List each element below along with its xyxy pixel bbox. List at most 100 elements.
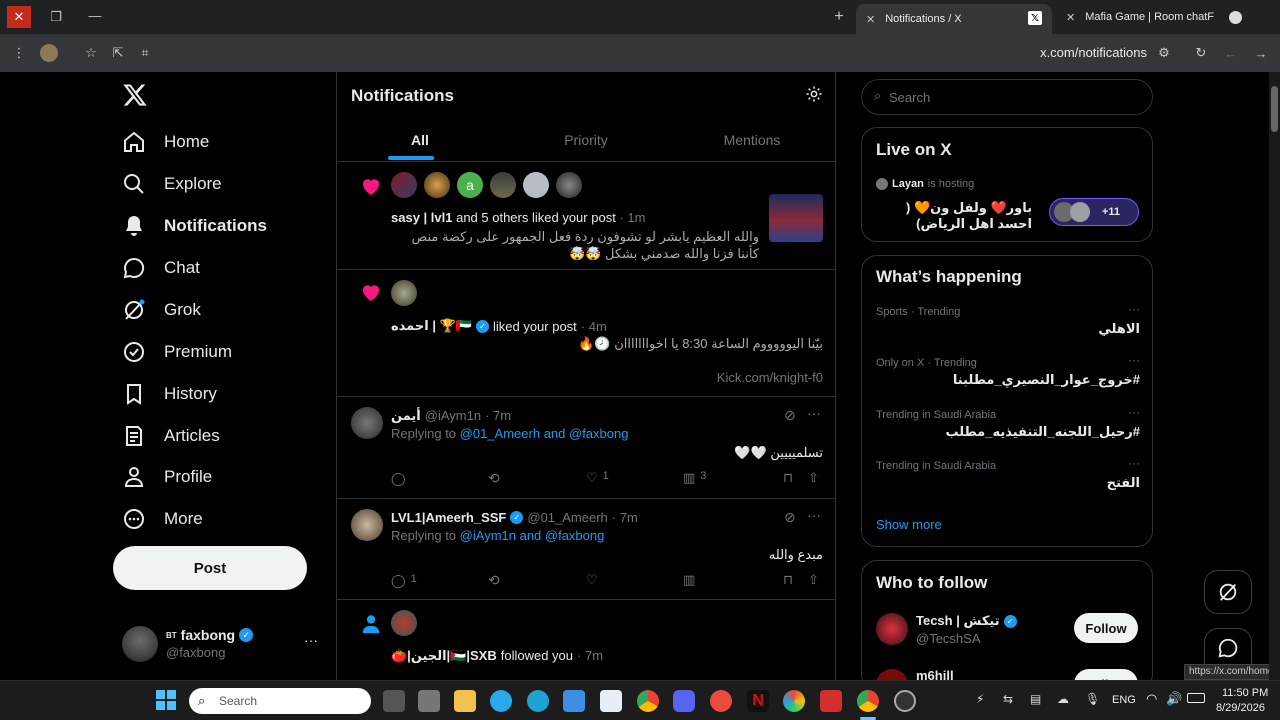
nav-notifications[interactable]: Notifications [122, 206, 267, 246]
avatar[interactable] [391, 610, 417, 636]
avatar[interactable] [490, 172, 516, 198]
bar-chart-icon[interactable]: ▥ [683, 572, 695, 588]
menu-kebab-icon[interactable]: ⋮ [8, 42, 30, 64]
language-indicator[interactable]: ENG [1112, 694, 1136, 706]
nav-history[interactable]: History [122, 374, 217, 414]
account-more-icon[interactable]: ··· [304, 632, 318, 648]
new-tab-icon[interactable]: + [828, 6, 850, 28]
listeners-pill[interactable]: +11 [1049, 198, 1139, 226]
notification-like[interactable]: احمده | 🏆🇦🇪 ✓ liked your post · 4m بيّنا… [337, 270, 835, 397]
post-thumbnail[interactable] [769, 194, 823, 242]
tab-close-icon[interactable]: ✕ [1066, 11, 1075, 24]
views-button[interactable]: ▥ 3 [683, 470, 706, 486]
reply-icon[interactable]: ◯ [391, 471, 406, 487]
microphone-icon[interactable]: 🎙 [1085, 692, 1100, 706]
nav-grok[interactable]: Grok [122, 290, 201, 330]
grok-icon[interactable]: ⊘ [784, 407, 796, 424]
back-icon[interactable]: → [1250, 42, 1272, 64]
close-window-icon[interactable]: ✕ [7, 6, 31, 28]
tab-notifications[interactable]: ✕ Notifications / X 𝕏 [856, 4, 1052, 34]
translate-icon[interactable]: ⌗ [134, 42, 156, 64]
mail-icon[interactable] [600, 690, 622, 712]
actor-name[interactable]: sasy | lvl1 [391, 210, 452, 225]
search-box[interactable]: ⌕ Search [861, 79, 1153, 115]
forward-icon[interactable]: ← [1220, 42, 1242, 64]
avatar[interactable] [351, 509, 383, 541]
bookmark-icon[interactable]: ⊓ [783, 470, 793, 486]
app-icon[interactable] [710, 690, 732, 712]
account-switcher[interactable]: BT faxbong ✓ @faxbong ··· [122, 624, 322, 664]
like-button[interactable]: ♡ 1 [586, 470, 609, 486]
host-name[interactable]: Layan [892, 178, 924, 190]
x-logo-icon[interactable] [122, 82, 148, 108]
post-link[interactable]: Kick.com/knight-f0 [717, 370, 823, 385]
share-icon[interactable]: ⇱ [107, 42, 129, 64]
notification-reply[interactable]: LVL1|Ameerh_SSF ✓ @01_Ameerh · 7m ⊘ ··· … [337, 499, 835, 600]
avatar[interactable] [391, 172, 417, 198]
trend-more-icon[interactable]: ··· [1128, 456, 1140, 470]
follow-suggestion[interactable]: Tecsh | تيكش ✓ @TecshSA Follow [876, 611, 1140, 651]
avatar[interactable] [351, 407, 383, 439]
settings-gear-icon[interactable] [805, 85, 825, 105]
taskbar-search[interactable]: ⌕ Search [189, 688, 371, 714]
store-icon[interactable] [563, 690, 585, 712]
more-options-icon[interactable]: ··· [807, 507, 821, 523]
nav-chat[interactable]: Chat [122, 248, 200, 288]
nav-more[interactable]: More [122, 499, 203, 539]
tab-priority[interactable]: Priority [503, 122, 669, 162]
bookmark-star-icon[interactable]: ☆ [80, 42, 102, 64]
follow-button[interactable]: Follow [1074, 613, 1138, 643]
avatar[interactable] [523, 172, 549, 198]
minimize-window-icon[interactable]: — [84, 4, 106, 26]
photos-icon[interactable] [783, 690, 805, 712]
avatar[interactable] [556, 172, 582, 198]
tray-icon[interactable]: ⚡ [976, 692, 984, 706]
actor-name[interactable]: احمده | 🏆🇦🇪 [391, 318, 472, 334]
trend-more-icon[interactable]: ··· [1128, 302, 1140, 316]
trend-item[interactable]: Sports · Trending الاهلي ··· [876, 302, 1140, 346]
tab-mentions[interactable]: Mentions [669, 122, 835, 162]
nav-profile[interactable]: Profile [122, 457, 212, 497]
author-name[interactable]: LVL1|Ameerh_SSF [391, 510, 506, 525]
restore-window-icon[interactable]: ❐ [45, 6, 67, 28]
discord-icon[interactable] [673, 690, 695, 712]
chrome-icon[interactable] [637, 690, 659, 712]
battery-icon[interactable] [1187, 693, 1205, 703]
nav-explore[interactable]: Explore [122, 164, 222, 204]
trend-more-icon[interactable]: ··· [1128, 405, 1140, 419]
notification-follow[interactable]: 🍅|الجين|🇵🇸|SXB followed you · 7m [337, 600, 835, 680]
edge-icon[interactable] [527, 690, 549, 712]
clock-date[interactable]: 8/29/2026 [1216, 702, 1265, 714]
show-more-link[interactable]: Show more [876, 517, 942, 532]
trend-item[interactable]: Only on X · Trending #خروج_عوار_النصيري_… [876, 353, 1140, 397]
page-scrollbar[interactable] [1269, 72, 1280, 680]
trend-item[interactable]: Trending in Saudi Arabia #رحيل_اللجنه_ال… [876, 405, 1140, 449]
site-settings-icon[interactable]: ⚙ [1153, 42, 1175, 64]
bookmark-icon[interactable]: ⊓ [783, 572, 793, 588]
repost-icon[interactable]: ⟲ [488, 572, 500, 589]
author-name[interactable]: أيمن [391, 408, 421, 424]
windows-start-icon[interactable] [156, 690, 176, 710]
reload-icon[interactable]: ↻ [1190, 42, 1212, 64]
post-button[interactable]: Post [113, 546, 307, 590]
share-icon[interactable]: ⇧ [808, 470, 819, 486]
tab-mafia-game[interactable]: ✕ Mafia Game | Room chatF [1056, 4, 1246, 30]
avatar[interactable]: a [457, 172, 483, 198]
author-handle[interactable]: @01_Ameerh [527, 510, 607, 525]
clock-time[interactable]: 11:50 PM [1222, 687, 1268, 699]
tab-all[interactable]: All [337, 122, 503, 162]
replying-to-link[interactable]: @01_Ameerh and @faxbong [460, 426, 629, 441]
repost-icon[interactable]: ⟲ [488, 470, 500, 487]
reply-button[interactable]: ◯ 1 [391, 573, 417, 589]
avatar[interactable] [424, 172, 450, 198]
file-explorer-icon[interactable] [454, 690, 476, 712]
wifi-icon[interactable]: ◠ [1146, 691, 1157, 707]
grok-icon[interactable]: ⊘ [784, 509, 796, 526]
tab-close-icon[interactable]: ✕ [866, 13, 875, 26]
netflix-icon[interactable]: N [747, 690, 769, 712]
author-handle[interactable]: @iAym1n [425, 408, 481, 424]
messages-floating-button[interactable] [1204, 628, 1252, 668]
notification-like-group[interactable]: a sasy | lvl1 and 5 others liked your po… [337, 162, 835, 270]
volume-icon[interactable]: 🔊 [1166, 691, 1182, 707]
notification-reply[interactable]: أيمن @iAym1n · 7m ⊘ ··· Replying to @01_… [337, 397, 835, 499]
